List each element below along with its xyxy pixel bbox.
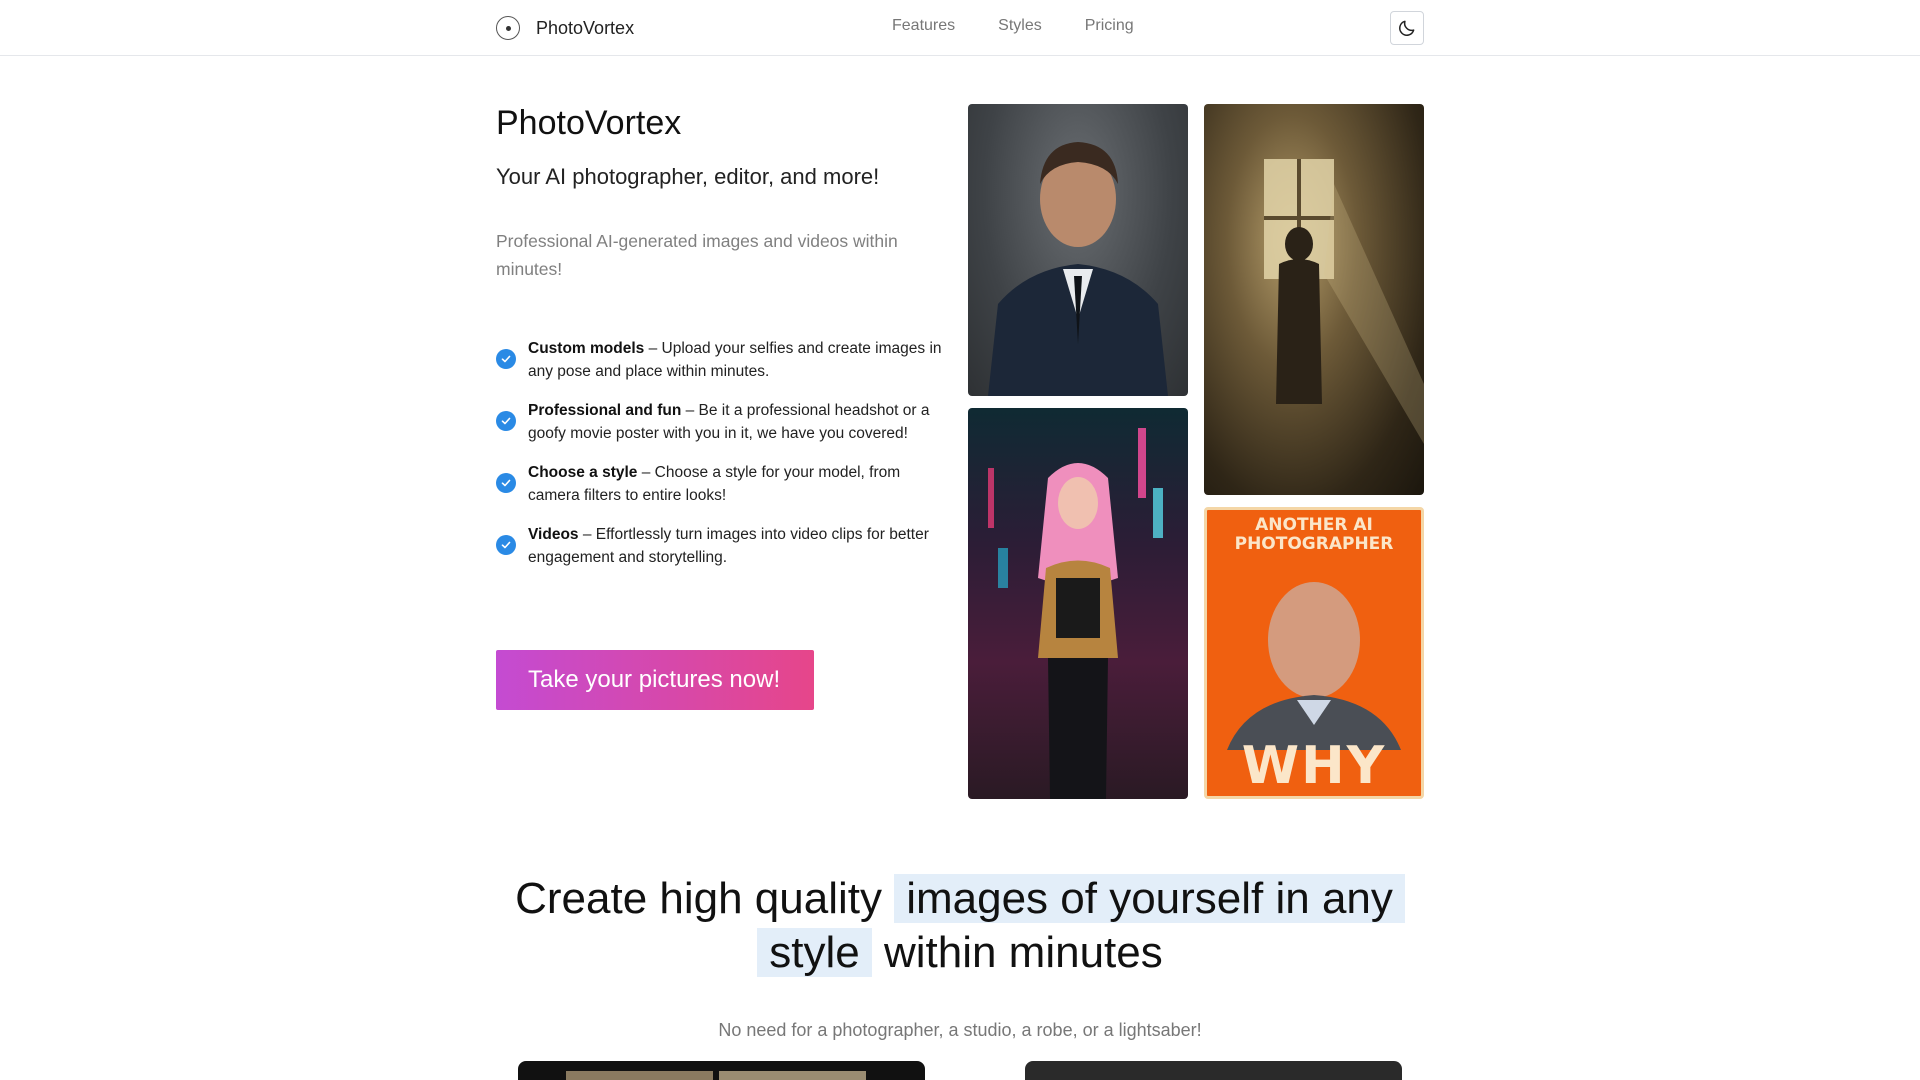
vortex-logo-icon (496, 16, 520, 40)
nav-links: Features Styles Pricing (892, 17, 1177, 35)
check-icon (496, 349, 516, 369)
take-pictures-button[interactable]: Take your pictures now! (496, 650, 814, 710)
feature-title: Choose a style (528, 464, 638, 481)
feature-description: – Effortlessly turn images into video cl… (528, 526, 929, 566)
feature-title: Custom models (528, 340, 645, 357)
poster-headline: ANOTHER AI PHOTOGRAPHER (1234, 515, 1394, 554)
feature-title: Videos (528, 526, 579, 543)
section-title-highlight: images of yourself in any (894, 874, 1405, 923)
nav-link-styles[interactable]: Styles (998, 17, 1042, 35)
section-title: Create high quality images of yourself i… (496, 872, 1424, 980)
moon-icon (1399, 20, 1415, 36)
hero-title: PhotoVortex (496, 104, 682, 142)
top-navbar: PhotoVortex Features Styles Pricing (0, 0, 1920, 56)
section-title-highlight: style (757, 928, 872, 977)
check-icon (496, 473, 516, 493)
check-icon (496, 411, 516, 431)
feature-list: Custom models – Upload your selfies and … (496, 337, 951, 585)
poster-word: WHY (1241, 736, 1387, 796)
feature-title: Professional and fun (528, 402, 682, 419)
nav-link-features[interactable]: Features (892, 17, 955, 35)
section-subtitle: No need for a photographer, a studio, a … (718, 1020, 1202, 1040)
hero-subtitle: Your AI photographer, editor, and more! (496, 164, 880, 189)
feature-item: Choose a style – Choose a style for your… (496, 461, 951, 523)
hero-description: Professional AI-generated images and vid… (496, 231, 898, 279)
check-icon (496, 535, 516, 555)
feature-item: Custom models – Upload your selfies and … (496, 337, 951, 399)
brand-link[interactable]: PhotoVortex (496, 15, 634, 41)
feature-text: Custom models – Upload your selfies and … (528, 337, 951, 383)
neon-street-woman-image (968, 408, 1188, 799)
silhouette-window-image (1204, 104, 1424, 495)
movie-poster-image: ANOTHER AI PHOTOGRAPHER WHY (1204, 507, 1424, 799)
nav-link-pricing[interactable]: Pricing (1085, 17, 1134, 35)
feature-text: Videos – Effortlessly turn images into v… (528, 523, 951, 569)
feature-item: Professional and fun – Be it a professio… (496, 399, 951, 461)
theme-toggle-button[interactable] (1390, 11, 1424, 45)
example-image-after (1025, 1061, 1402, 1080)
feature-text: Professional and fun – Be it a professio… (528, 399, 951, 445)
brand-name: PhotoVortex (536, 17, 635, 38)
businessman-portrait-image (968, 104, 1188, 396)
feature-text: Choose a style – Choose a style for your… (528, 461, 951, 507)
example-image-before (518, 1061, 925, 1080)
feature-item: Videos – Effortlessly turn images into v… (496, 523, 951, 585)
